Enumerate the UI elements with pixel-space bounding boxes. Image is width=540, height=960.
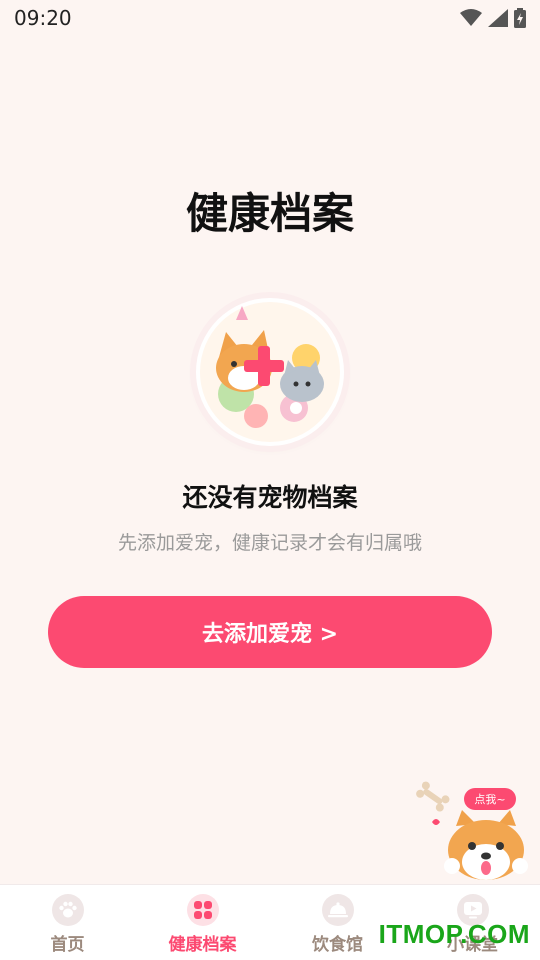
add-pet-button[interactable]: 去添加爱宠 > (48, 596, 492, 668)
empty-state-title: 还没有宠物档案 (182, 483, 358, 512)
tab-home-label: 首页 (50, 935, 85, 955)
tab-home[interactable]: 首页 (0, 885, 135, 960)
food-cloche-icon (321, 894, 354, 926)
wifi-icon (460, 9, 482, 26)
battery-charging-icon (514, 8, 526, 28)
empty-state-subtitle: 先添加爱宠，健康记录才会有归属哦 (117, 532, 422, 554)
tab-health-records-label: 健康档案 (168, 935, 237, 955)
grid-icon (186, 894, 219, 926)
status-icons (460, 8, 526, 28)
site-watermark: ITMOP.COM (378, 919, 530, 949)
page-title: 健康档案 (185, 189, 354, 238)
cell-signal-icon (488, 9, 508, 27)
paw-icon (51, 894, 84, 926)
tab-health-records[interactable]: 健康档案 (135, 885, 270, 960)
corgi-mascot-button[interactable]: 点我~ (412, 776, 540, 884)
status-time: 09:20 (14, 6, 72, 30)
status-bar: 09:20 (0, 0, 540, 36)
mascot-speech-bubble: 点我~ (464, 788, 516, 810)
pets-add-illustration (196, 298, 344, 446)
tab-food-label: 饮食馆 (312, 935, 363, 955)
